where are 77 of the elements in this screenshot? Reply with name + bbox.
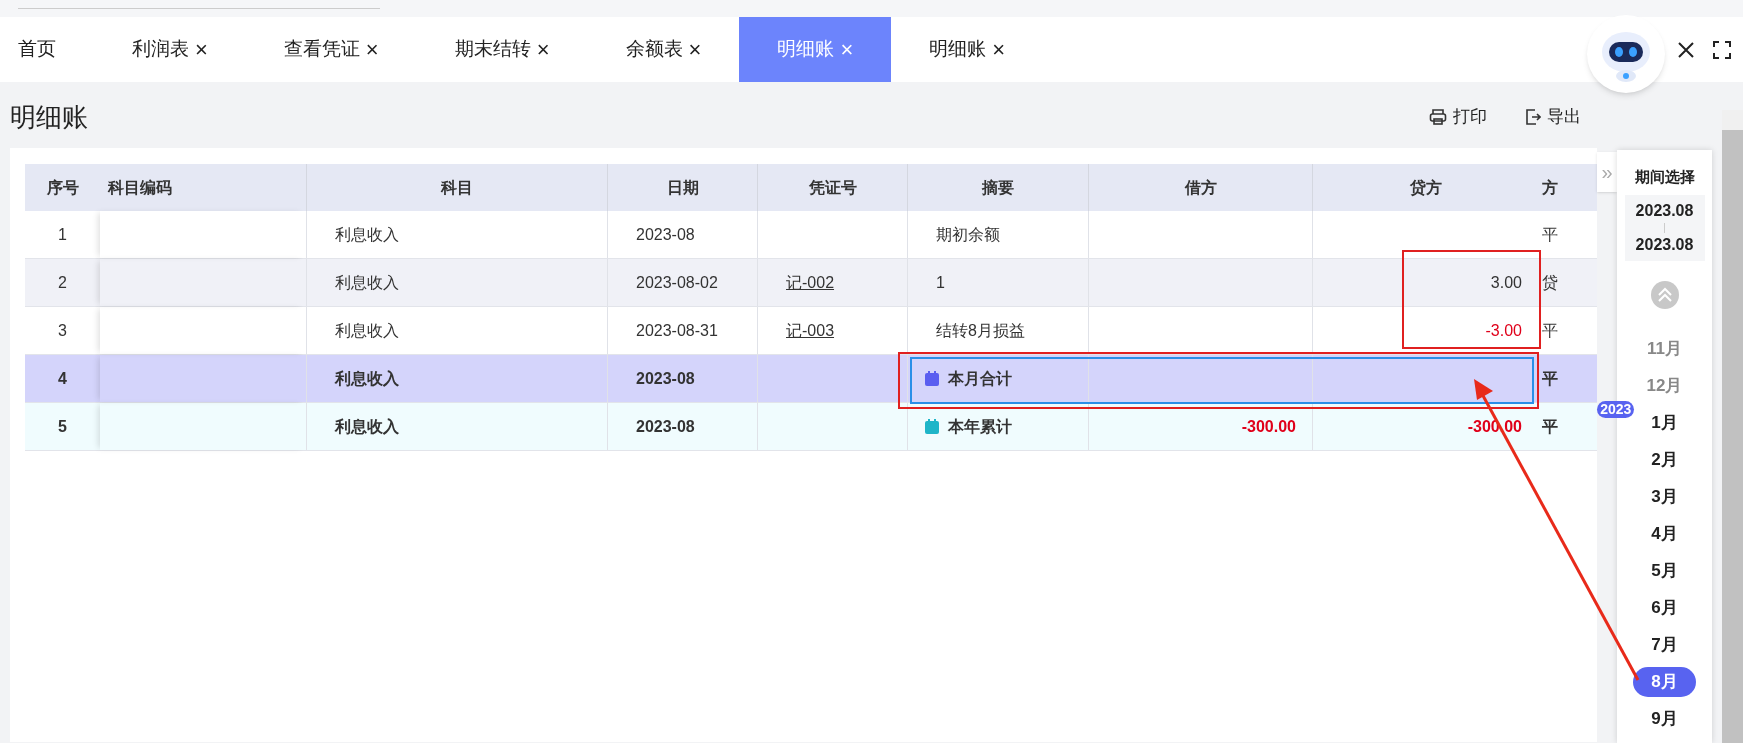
table-cell-text: 贷: [1542, 272, 1558, 293]
printer-icon: [1429, 108, 1447, 126]
tab-close-icon[interactable]: ×: [365, 33, 379, 66]
month-item[interactable]: 7月: [1633, 630, 1696, 660]
column-header: 日期: [666, 176, 699, 199]
calendar-icon: [924, 418, 940, 435]
table-cell-text: 2023-08: [636, 224, 695, 245]
table-cell-text: 期初余额: [936, 224, 1000, 245]
month-item[interactable]: 3月: [1633, 482, 1696, 512]
amount-cell-text: -3.00: [1485, 320, 1522, 341]
table-row[interactable]: 4 利息收入 2023-08 本月合计 平: [25, 355, 1597, 403]
table-cell-text: 1: [936, 272, 945, 293]
table-cell-text: 4: [58, 368, 67, 389]
month-item[interactable]: 9月: [1633, 704, 1696, 734]
tab[interactable]: 明细账 ×: [891, 17, 1044, 82]
table-cell-text: 利息收入: [335, 320, 399, 341]
table-cell-text: 利息收入: [335, 416, 399, 437]
tab-close-icon[interactable]: ×: [195, 33, 208, 66]
table-cell-text: 利息收入: [335, 272, 399, 293]
table-cell-text: 2023-08: [636, 368, 695, 389]
export-icon: [1523, 108, 1541, 126]
column-header: 方: [1542, 176, 1558, 199]
voucher-link[interactable]: 记-002: [786, 270, 835, 295]
period-range[interactable]: 2023.08 2023.08: [1624, 194, 1705, 261]
period-end: 2023.08: [1635, 234, 1694, 255]
tab[interactable]: 余额表 ×: [587, 17, 740, 82]
month-item[interactable]: 4月: [1633, 519, 1696, 549]
tab[interactable]: 期末结转 ×: [416, 17, 588, 82]
table-row[interactable]: 2 利息收入 2023-08-02 记-002 1 3.00 贷: [25, 259, 1597, 307]
year-badge: 2023: [1597, 400, 1635, 418]
tab-close-icon[interactable]: ×: [992, 33, 1006, 66]
table-cell-text: 平: [1542, 224, 1558, 245]
column-header: 科目: [441, 176, 473, 199]
column-header: 借方: [1184, 176, 1217, 199]
table-cell-text: 1: [58, 224, 67, 245]
month-item[interactable]: 6月: [1633, 593, 1696, 623]
month-item[interactable]: 5月: [1633, 556, 1696, 586]
tab-close-icon[interactable]: ×: [688, 33, 702, 66]
tab[interactable]: 利润表 ×: [94, 17, 246, 82]
month-item[interactable]: 2月: [1633, 445, 1696, 475]
table-cell-text: 本月合计: [948, 368, 1012, 389]
table-cell-text: 利息收入: [335, 224, 399, 245]
table-cell-text: 5: [58, 416, 67, 437]
period-start: 2023.08: [1635, 200, 1694, 221]
table-row[interactable]: 3 利息收入 2023-08-31 记-003 结转8月损益 -3.00 平: [25, 307, 1597, 355]
table-cell-text: 2: [58, 272, 67, 293]
month-item[interactable]: 1月: [1633, 408, 1696, 438]
print-button[interactable]: 打印: [1429, 104, 1487, 130]
table-cell-text: 平: [1542, 320, 1558, 341]
table-cell-text: 3: [58, 320, 67, 341]
tab-close-icon[interactable]: ×: [536, 33, 550, 66]
table-cell-text: 2023-08: [636, 416, 695, 437]
page-title: 明细账: [10, 100, 88, 134]
column-header: 贷方: [1409, 176, 1442, 199]
table-cell-text: 结转8月损益: [936, 320, 1025, 341]
tab[interactable]: 首页: [0, 17, 94, 82]
column-header: 科目编码: [108, 176, 172, 199]
table-cell-text: 平: [1542, 368, 1558, 389]
column-header: 序号: [46, 176, 79, 199]
tab[interactable]: 查看凭证 ×: [245, 17, 417, 82]
table-cell-text: 利息收入: [335, 368, 399, 389]
export-button[interactable]: 导出: [1523, 104, 1581, 130]
table-cell-text: 2023-08-02: [636, 272, 718, 293]
table-cell-text: 2023-08-31: [636, 320, 718, 341]
table-cell-text: 本年累计: [948, 416, 1012, 437]
month-item[interactable]: 12月: [1628, 371, 1701, 401]
month-item[interactable]: 11月: [1629, 334, 1700, 364]
table-cell-text: 平: [1542, 416, 1558, 437]
column-header: 凭证号: [808, 176, 857, 199]
voucher-link[interactable]: 记-003: [786, 318, 835, 343]
table-row[interactable]: 1 利息收入 2023-08 期初余额 平: [25, 211, 1597, 259]
panel-title: 期间选择: [1634, 167, 1695, 187]
month-item[interactable]: 8月: [1633, 667, 1696, 697]
calendar-icon: [924, 370, 940, 387]
amount-cell-text: -300.00: [1241, 416, 1296, 437]
column-header: 摘要: [982, 176, 1014, 199]
amount-cell-text: 3.00: [1490, 272, 1522, 293]
